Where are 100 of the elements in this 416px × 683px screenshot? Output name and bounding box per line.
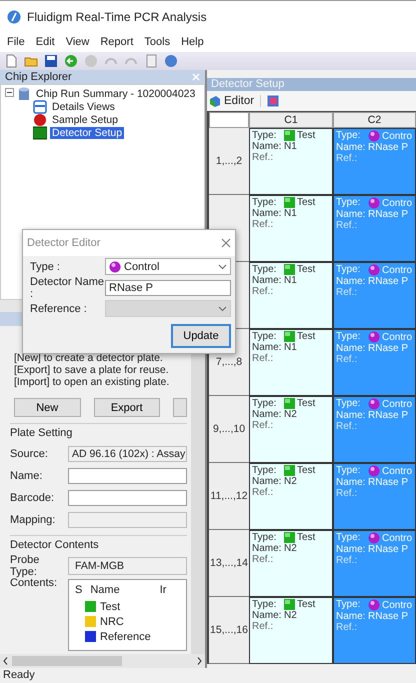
menu-item[interactable]: File — [7, 36, 25, 48]
save-icon[interactable] — [44, 54, 58, 68]
field-label: Detector Name : — [29, 276, 105, 300]
field-label: Barcode: — [10, 492, 56, 504]
list-item[interactable]: Reference — [100, 630, 151, 642]
name-label: Name: — [252, 543, 280, 554]
list-item[interactable]: Test — [100, 600, 120, 612]
list-window-icon — [33, 100, 47, 114]
name-value: N1 — [284, 141, 297, 152]
square-icon — [284, 599, 295, 610]
name-value: RNase P — [368, 343, 408, 354]
action-button[interactable] — [173, 398, 187, 417]
name-value: RNase P — [368, 209, 408, 220]
input-field[interactable] — [68, 490, 187, 506]
list-item[interactable]: NRC — [100, 616, 124, 628]
tree-item[interactable]: Sample Setup — [50, 114, 120, 126]
type-label: Type: — [252, 465, 278, 476]
type-label: Type: — [336, 465, 362, 477]
editor-button[interactable]: Editor — [209, 95, 262, 107]
ref-label: Ref.: — [252, 286, 274, 297]
type-value: Contro — [382, 466, 412, 476]
menu-item[interactable]: View — [66, 36, 90, 48]
scroll-thumb[interactable] — [12, 656, 122, 666]
instruction-text: [Import] to open an existing plate. — [14, 376, 170, 388]
group-title: Plate Setting — [10, 427, 74, 439]
square-icon — [284, 398, 295, 409]
help-icon[interactable] — [164, 54, 178, 68]
tree-item[interactable]: Details Views — [50, 100, 117, 112]
field-label: Name: — [10, 470, 44, 482]
name-value: N2 — [284, 610, 297, 621]
square-icon — [284, 130, 295, 141]
palette-icon — [267, 95, 280, 107]
name-label: Name: — [336, 142, 364, 153]
name-label: Name: — [252, 409, 280, 420]
action-button[interactable]: New — [14, 398, 80, 417]
type-label: Type: — [252, 197, 278, 208]
action-button[interactable]: Export — [94, 398, 160, 417]
field-label: Source: — [10, 448, 49, 460]
sphere-icon — [368, 331, 380, 343]
ref-label: Ref.: — [336, 153, 358, 164]
contents-list[interactable]: S Name Ir Test NRC Reference — [68, 579, 187, 651]
menu-item[interactable]: Edit — [36, 36, 55, 48]
type-dropdown[interactable]: Control — [105, 258, 231, 275]
field-label: Type : — [29, 260, 61, 272]
column-header: S — [75, 584, 82, 596]
name-value: RNase P — [368, 410, 408, 421]
name-value: N2 — [284, 543, 297, 554]
tree-item[interactable]: Chip Run Summary - 1020004023 — [34, 88, 198, 100]
name-label: Name: — [252, 275, 280, 286]
new-file-icon[interactable] — [4, 54, 18, 68]
ref-label: Ref.: — [336, 421, 358, 432]
group-title: Detector Contents — [10, 539, 100, 551]
name-value: N2 — [284, 476, 297, 487]
name-label: Name: — [336, 209, 364, 220]
name-value: N1 — [284, 208, 297, 219]
sphere-icon — [368, 197, 380, 209]
field-label: Mapping: — [10, 514, 56, 526]
close-icon — [221, 238, 231, 248]
instruction-text: [Export] to save a plate for reuse. — [14, 364, 170, 376]
dialog-title: Detector Editor — [27, 237, 100, 249]
type-label: Type: — [252, 331, 278, 342]
menu-item[interactable]: Report — [100, 36, 134, 48]
name-value: N1 — [284, 275, 297, 286]
type-label: Type: — [336, 532, 362, 544]
collapse-icon[interactable] — [5, 88, 14, 100]
scroll-left-icon[interactable] — [3, 657, 8, 665]
type-value: Contro — [382, 532, 412, 544]
name-value: N2 — [284, 409, 297, 420]
grid-icon — [33, 126, 47, 140]
name-value: RNase P — [368, 544, 408, 555]
square-icon — [284, 465, 295, 476]
type-label: Type: — [252, 264, 278, 275]
input-field[interactable] — [68, 468, 187, 484]
ref-label: Ref.: — [252, 152, 274, 163]
column-header: Ir — [160, 584, 166, 596]
ball-icon — [33, 112, 47, 126]
type-label: Type: — [336, 331, 362, 343]
document-icon[interactable] — [144, 54, 158, 68]
column-header: C2 — [333, 112, 416, 128]
name-label: Name: — [252, 141, 280, 152]
ref-label: Ref.: — [252, 621, 274, 632]
name-label: Name: — [336, 343, 364, 354]
chevron-down-icon — [218, 264, 227, 270]
type-value: Contro — [382, 398, 412, 410]
name-label: Name: — [336, 544, 364, 555]
sphere-icon — [109, 260, 121, 272]
update-button[interactable]: Update — [171, 324, 231, 348]
ref-label: Ref.: — [252, 219, 274, 230]
type-label: Type: — [252, 599, 278, 610]
dropdown[interactable]: FAM-MGB — [68, 557, 187, 575]
type-value: Test — [297, 532, 316, 543]
ref-label: Ref.: — [252, 554, 274, 565]
sphere-icon — [368, 599, 380, 611]
name-input[interactable]: RNase P — [105, 280, 231, 296]
ref-label: Ref.: — [336, 354, 358, 365]
menu-item[interactable]: Help — [181, 36, 204, 48]
scroll-right-icon[interactable] — [197, 657, 202, 665]
menu-item[interactable]: Tools — [144, 36, 170, 48]
type-value: Test — [297, 197, 316, 208]
tree-item[interactable]: Detector Setup — [50, 126, 124, 138]
